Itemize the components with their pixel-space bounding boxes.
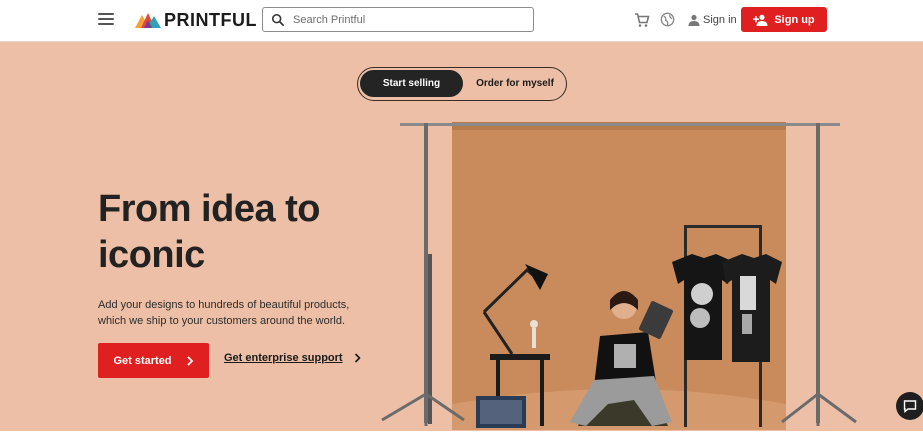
add-user-icon xyxy=(753,14,768,26)
hero-subtext: Add your designs to hundreds of beautifu… xyxy=(98,299,350,327)
printful-logo[interactable]: PRINTFUL xyxy=(135,10,257,30)
order-for-myself-tab[interactable]: Order for myself xyxy=(466,70,564,97)
sign-up-label: Sign up xyxy=(774,13,815,26)
search-input[interactable] xyxy=(293,13,523,26)
headline-line-2: iconic xyxy=(98,234,205,276)
enterprise-support-label: Get enterprise support xyxy=(224,352,343,364)
globe-icon[interactable] xyxy=(660,12,675,27)
sign-in-label: Sign in xyxy=(703,14,737,26)
chevron-right-icon xyxy=(186,355,193,366)
hero-photo xyxy=(381,122,857,430)
sign-up-button[interactable]: Sign up xyxy=(741,7,827,32)
chat-button[interactable] xyxy=(896,392,923,420)
search-icon xyxy=(271,13,285,26)
enterprise-support-link[interactable]: Get enterprise support xyxy=(224,352,361,364)
mode-toggle: Start selling Order for myself xyxy=(357,67,567,101)
top-nav: PRINTFUL Sign in Sign up xyxy=(0,0,923,42)
hamburger-icon[interactable] xyxy=(98,13,114,27)
logo-mark-icon xyxy=(135,13,161,28)
bottom-edge xyxy=(0,431,923,435)
search-bar[interactable] xyxy=(262,7,534,32)
logo-text: PRINTFUL xyxy=(164,9,257,30)
headline-line-1: From idea to xyxy=(98,188,321,230)
chevron-right-icon xyxy=(354,353,361,363)
get-started-label: Get started xyxy=(113,354,172,367)
sign-in-link[interactable]: Sign in xyxy=(688,12,737,28)
chat-icon xyxy=(903,400,917,413)
user-icon xyxy=(688,14,700,26)
cart-icon[interactable] xyxy=(634,12,650,28)
start-selling-tab[interactable]: Start selling xyxy=(360,70,463,97)
get-started-button[interactable]: Get started xyxy=(98,343,209,378)
hero-headline: From idea to iconic xyxy=(98,186,418,278)
